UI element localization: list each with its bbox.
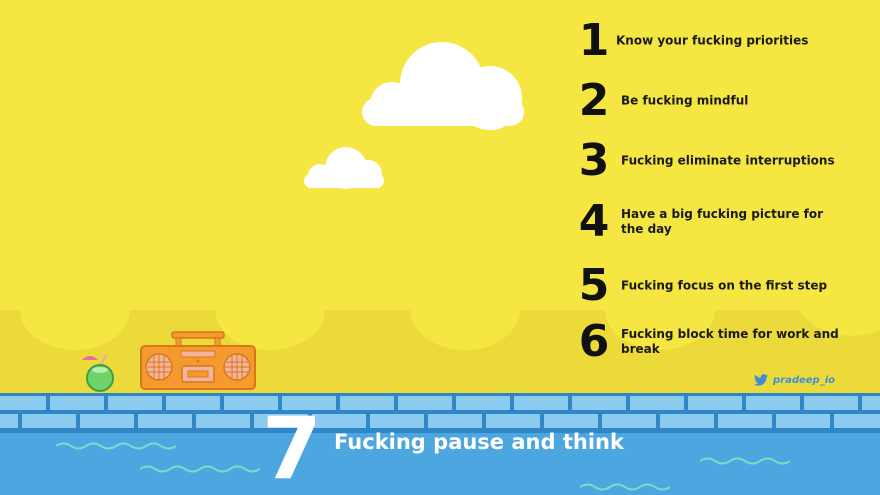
small-cloud xyxy=(304,147,384,189)
tip-number: 6 xyxy=(578,316,610,367)
tip-number: 5 xyxy=(578,260,610,311)
water-ripple xyxy=(700,457,790,465)
tip-6: 6 Fucking block time for work and break xyxy=(575,318,875,366)
tip-text: Fucking block time for work and break xyxy=(621,327,839,356)
tip-number: 3 xyxy=(578,135,610,186)
tip-text: Fucking eliminate interruptions xyxy=(621,153,835,168)
tip-3: 3 Fucking eliminate interruptions xyxy=(575,137,875,185)
twitter-credit[interactable]: pradeep_io xyxy=(754,372,835,388)
final-tip-text: Fucking pause and think xyxy=(334,430,624,454)
large-cloud xyxy=(362,42,524,130)
water-ripple xyxy=(140,465,260,473)
tip-text: Know your fucking priorities xyxy=(616,33,809,48)
tip-4: 4 Have a big fucking picture for the day xyxy=(575,198,875,246)
poster-scene: 1 Know your fucking priorities 2 Be fuck… xyxy=(0,0,880,495)
tip-2: 2 Be fucking mindful xyxy=(575,77,875,125)
tip-5: 5 Fucking focus on the first step xyxy=(575,262,875,310)
tip-1: 1 Know your fucking priorities xyxy=(575,17,875,65)
tip-number: 4 xyxy=(578,196,610,247)
tip-text: Be fucking mindful xyxy=(621,93,749,108)
tip-number: 1 xyxy=(578,15,610,66)
tip-text: Fucking focus on the first step xyxy=(621,278,828,293)
coconut-drink-icon xyxy=(82,354,114,392)
water-ripple xyxy=(580,483,670,491)
water-ripple xyxy=(56,442,176,450)
final-tip-number: 7 xyxy=(262,399,322,495)
twitter-handle: pradeep_io xyxy=(773,374,836,386)
twitter-icon xyxy=(754,374,768,386)
tip-number: 2 xyxy=(578,75,610,126)
boombox-icon xyxy=(140,331,256,390)
tip-text: Have a big fucking picture for the day xyxy=(621,207,824,236)
